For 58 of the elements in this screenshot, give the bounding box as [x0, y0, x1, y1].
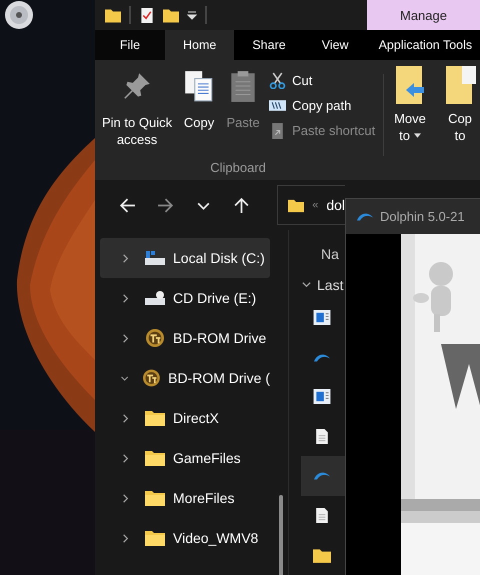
ribbon-tab[interactable]: Home	[165, 30, 234, 60]
arrow-icon	[156, 196, 174, 214]
chevron-icon[interactable]	[120, 332, 131, 344]
tree-item[interactable]: DirectX	[100, 398, 270, 438]
group-header[interactable]: Last	[301, 272, 345, 298]
tree-item[interactable]: Local Disk (C:)	[100, 238, 270, 278]
folder-icon	[145, 529, 165, 547]
disc-icon[interactable]	[4, 0, 34, 30]
chevron-icon[interactable]	[120, 252, 131, 264]
customize-caret-icon[interactable]	[187, 10, 197, 20]
chevron-icon[interactable]	[120, 412, 131, 424]
image-file-icon[interactable]	[313, 389, 331, 404]
address-bar[interactable]: « dol	[277, 185, 345, 225]
folder-icon	[145, 409, 165, 427]
scrollbar-thumb[interactable]	[279, 495, 283, 575]
file-icon[interactable]	[313, 428, 331, 444]
image-file-icon[interactable]	[313, 310, 331, 326]
chevron-icon[interactable]	[120, 292, 131, 304]
arrow-icon	[232, 196, 250, 214]
manage-tab[interactable]: Manage	[367, 0, 480, 30]
copy-button[interactable]: Copy	[179, 66, 220, 156]
tree-item[interactable]: CD Drive (E:)	[100, 278, 270, 318]
file-icon[interactable]	[313, 508, 331, 524]
breadcrumb-separator[interactable]: «	[312, 199, 318, 211]
chevron-icon[interactable]	[120, 452, 131, 464]
breadcrumb[interactable]: dol	[326, 197, 345, 213]
folder-page-icon	[443, 66, 477, 106]
move-to-button[interactable]: Move to	[390, 66, 430, 180]
scissors-icon	[269, 72, 286, 89]
tree-item[interactable]: MoreFiles	[100, 478, 270, 518]
folder-icon	[145, 449, 165, 467]
folder-icon[interactable]	[105, 8, 121, 22]
properties-icon[interactable]	[139, 8, 155, 22]
group-label: Clipboard	[210, 160, 266, 175]
new-folder-icon[interactable]	[163, 8, 179, 22]
disc-icon	[145, 329, 165, 347]
ribbon-tab[interactable]: File	[95, 30, 165, 60]
cut-button[interactable]: Cut	[267, 70, 378, 91]
column-header[interactable]: Na	[301, 236, 345, 272]
tree-item[interactable]: Video_WMV8	[100, 518, 270, 558]
arrow-icon	[118, 196, 136, 214]
chevron-icon[interactable]	[120, 492, 131, 504]
folder-icon[interactable]	[313, 548, 331, 563]
chevron-icon[interactable]	[120, 532, 131, 544]
drive-icon	[145, 249, 165, 267]
pin-button[interactable]: Pin to Quick access	[99, 66, 176, 156]
disc-icon	[143, 369, 160, 387]
drive-icon	[145, 289, 165, 307]
window-title: Dolphin 5.0-21	[380, 209, 465, 224]
tree-item[interactable]: GameFiles	[100, 438, 270, 478]
folder-icon	[145, 489, 165, 507]
tree-item[interactable]: BD-ROM Drive (	[100, 358, 270, 398]
copy-to-button[interactable]: Cop to	[440, 66, 480, 180]
path-button[interactable]: Copy path	[267, 95, 378, 116]
folder-arrow-icon	[393, 66, 427, 106]
copy-path-icon	[269, 97, 286, 114]
folder-icon	[288, 198, 304, 212]
tree-item[interactable]: BD-ROM Drive	[100, 318, 270, 358]
